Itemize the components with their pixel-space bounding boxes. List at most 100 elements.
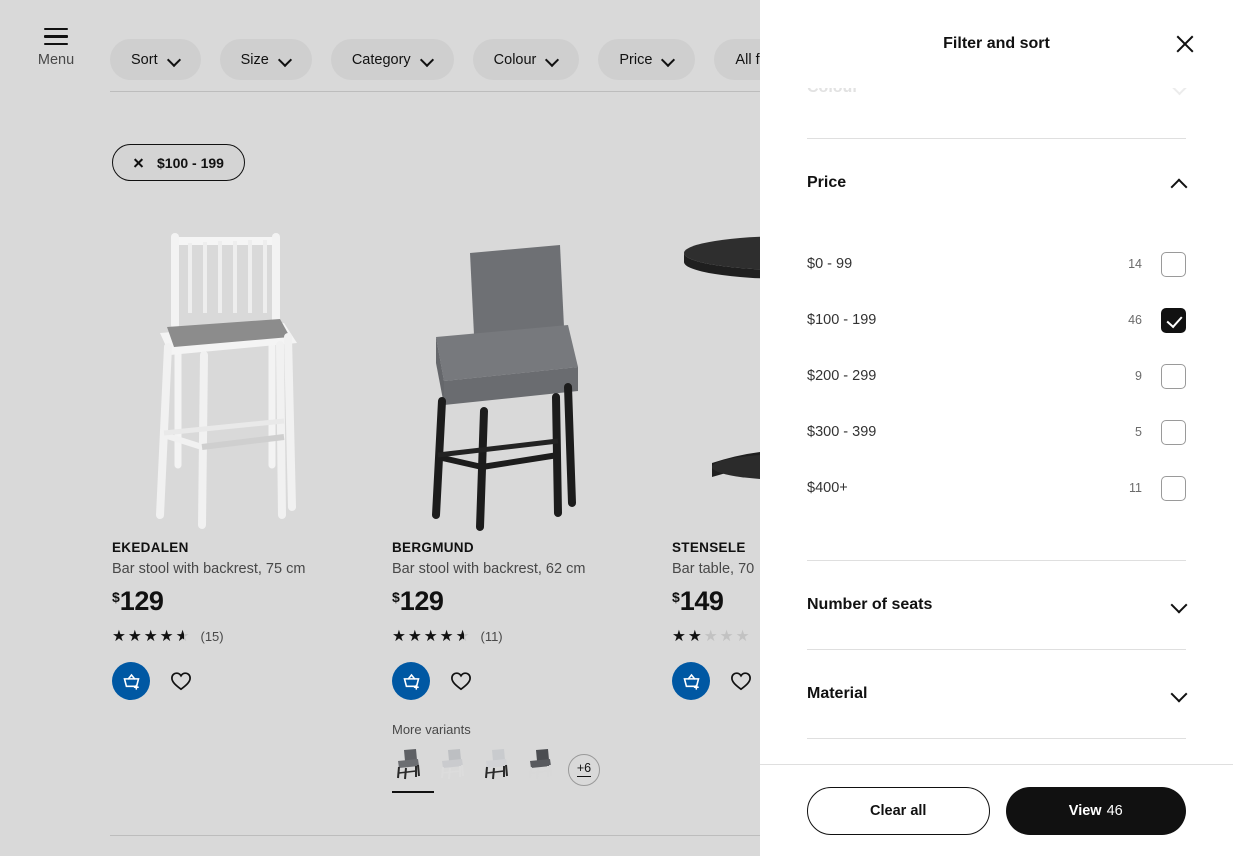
menu-label: Menu: [37, 52, 75, 69]
price-amount: 129: [399, 586, 444, 616]
price-option-count: 11: [1129, 481, 1142, 495]
add-to-cart-basket-icon: [122, 673, 140, 690]
filter-pill-all-filters[interactable]: All filters: [714, 39, 760, 80]
product-rating: ★★★★★★★★★★ (15): [112, 628, 352, 645]
panel-title: Filter and sort: [943, 35, 1050, 52]
price-option-checkbox[interactable]: [1161, 363, 1186, 389]
wishlist-button[interactable]: [728, 668, 754, 694]
price-option-checkbox[interactable]: [1161, 419, 1186, 445]
section-colour-title: Colour: [807, 88, 859, 97]
product-price: $ 149: [672, 588, 760, 615]
view-results-button[interactable]: View 46: [1005, 786, 1186, 835]
add-to-cart-button[interactable]: [112, 662, 150, 701]
clear-all-button[interactable]: Clear all: [807, 786, 990, 835]
price-option-checkbox[interactable]: [1161, 307, 1186, 333]
product-image-ekedalen[interactable]: [112, 215, 352, 540]
price-option-list: $0 - 99 14 $100 - 199 46 $200 - 299 9 $3…: [807, 227, 1186, 560]
white-bar-stool-illustration: [112, 215, 352, 540]
price-option-label: $0 - 99: [807, 256, 853, 272]
price-option-checkbox[interactable]: [1161, 251, 1186, 277]
close-icon[interactable]: [133, 157, 144, 168]
wishlist-button[interactable]: [168, 668, 194, 694]
price-option-count: 5: [1135, 425, 1142, 439]
product-card[interactable]: BERGMUND Bar stool with backrest, 62 cm …: [392, 215, 632, 794]
stool-thumbnail-icon: [485, 749, 508, 780]
filter-pill-sort[interactable]: Sort: [110, 39, 201, 80]
filter-pill-price-label: Price: [619, 51, 653, 68]
background-page: Menu Sort Size Category Colour Price All…: [0, 0, 760, 856]
currency-symbol: $: [112, 589, 120, 605]
filter-pill-price[interactable]: Price: [598, 39, 696, 80]
section-price-header[interactable]: Price: [807, 139, 1186, 227]
section-price-title: Price: [807, 174, 847, 191]
product-card[interactable]: EKEDALEN Bar stool with backrest, 75 cm …: [112, 215, 352, 793]
clear-all-label: Clear all: [870, 802, 927, 819]
product-actions: [672, 662, 760, 701]
section-colour-collapsed[interactable]: Colour: [807, 88, 1186, 101]
star-rating: ★★★★★★★★★★: [672, 627, 752, 645]
price-option-200-299[interactable]: $200 - 299 9: [807, 348, 1186, 404]
section-material-header[interactable]: Material: [807, 650, 1186, 738]
product-image-bergmund[interactable]: [392, 215, 632, 540]
price-option-checkbox[interactable]: [1161, 475, 1186, 501]
review-count: (15): [200, 628, 224, 644]
black-bar-table-illustration: [672, 215, 760, 540]
review-count: (11): [480, 628, 503, 644]
filter-pill-category[interactable]: Category: [330, 39, 454, 80]
section-material-title: Material: [807, 685, 868, 702]
stool-thumbnail-icon: [529, 749, 552, 780]
currency-symbol: $: [672, 589, 680, 605]
product-image-stensele[interactable]: [672, 215, 760, 540]
price-option-300-399[interactable]: $300 - 399 5: [807, 404, 1186, 460]
panel-header: Filter and sort: [760, 0, 1233, 88]
menu-button[interactable]: Menu: [34, 28, 78, 69]
variant-swatch-white-grey-stool[interactable]: [480, 746, 512, 793]
product-rating: ★★★★★★★★★★ (: [672, 627, 760, 645]
filter-toolbar: Menu Sort Size Category Colour Price All…: [0, 0, 760, 92]
product-name: STENSELE: [672, 540, 746, 555]
add-to-cart-button[interactable]: [392, 662, 430, 701]
product-grid: EKEDALEN Bar stool with backrest, 75 cm …: [112, 215, 760, 794]
price-option-400-plus[interactable]: $400+ 11: [807, 460, 1186, 516]
stool-thumbnail-icon: [397, 749, 420, 780]
close-icon[interactable]: [1173, 32, 1197, 56]
filter-and-sort-panel: Filter and sort Colour Price $0 - 99 14: [760, 0, 1233, 856]
filter-pill-colour-label: Colour: [493, 51, 537, 68]
chevron-down-icon: [169, 54, 180, 65]
grey-bar-stool-illustration: [392, 215, 632, 540]
price-option-label: $100 - 199: [807, 312, 877, 328]
chevron-up-icon: [1171, 176, 1186, 191]
active-filter-chip-label: $100 - 199: [157, 154, 224, 171]
add-to-cart-button[interactable]: [672, 662, 710, 701]
add-to-cart-basket-icon: [402, 673, 420, 690]
panel-footer: Clear all View 46: [760, 764, 1233, 856]
variant-swatch-charcoal-stool[interactable]: [524, 746, 556, 793]
product-rating: ★★★★★★★★★★ (11): [392, 627, 632, 645]
active-filter-chip-price[interactable]: $100 - 199: [112, 144, 245, 181]
product-description: Bar table, 70: [672, 561, 755, 577]
product-card[interactable]: STENSELE Bar table, 70 $ 149 ★★★★★★★★★★ …: [672, 215, 760, 793]
wishlist-button[interactable]: [448, 668, 474, 694]
filter-pill-size[interactable]: Size: [219, 39, 312, 80]
filter-pill-category-label: Category: [351, 51, 411, 68]
product-actions: [392, 662, 632, 701]
grid-bottom-divider: [110, 835, 760, 836]
price-option-count: 46: [1128, 313, 1142, 327]
price-option-0-99[interactable]: $0 - 99 14: [807, 236, 1186, 292]
variant-swatch-row: +6: [392, 746, 632, 794]
add-to-cart-basket-icon: [682, 673, 700, 690]
variant-swatch-light-grey-stool[interactable]: [436, 746, 468, 793]
panel-body[interactable]: Colour Price $0 - 99 14 $100 - 199 46: [760, 88, 1233, 764]
chevron-down-icon: [1171, 598, 1186, 613]
price-option-100-199[interactable]: $100 - 199 46: [807, 292, 1186, 348]
view-results-label: View: [1068, 802, 1102, 819]
variant-swatch-dark-grey-stool[interactable]: [392, 746, 434, 794]
filter-pill-colour[interactable]: Colour: [472, 39, 580, 80]
more-variants-button[interactable]: +6: [568, 753, 600, 786]
star-rating: ★★★★★★★★★★: [392, 627, 472, 645]
section-divider: [807, 738, 1186, 739]
filter-pill-row: Sort Size Category Colour Price All f: [110, 39, 760, 80]
chevron-down-icon: [422, 54, 433, 65]
section-number-of-seats-header[interactable]: Number of seats: [807, 561, 1186, 649]
chevron-down-icon: [663, 54, 674, 65]
